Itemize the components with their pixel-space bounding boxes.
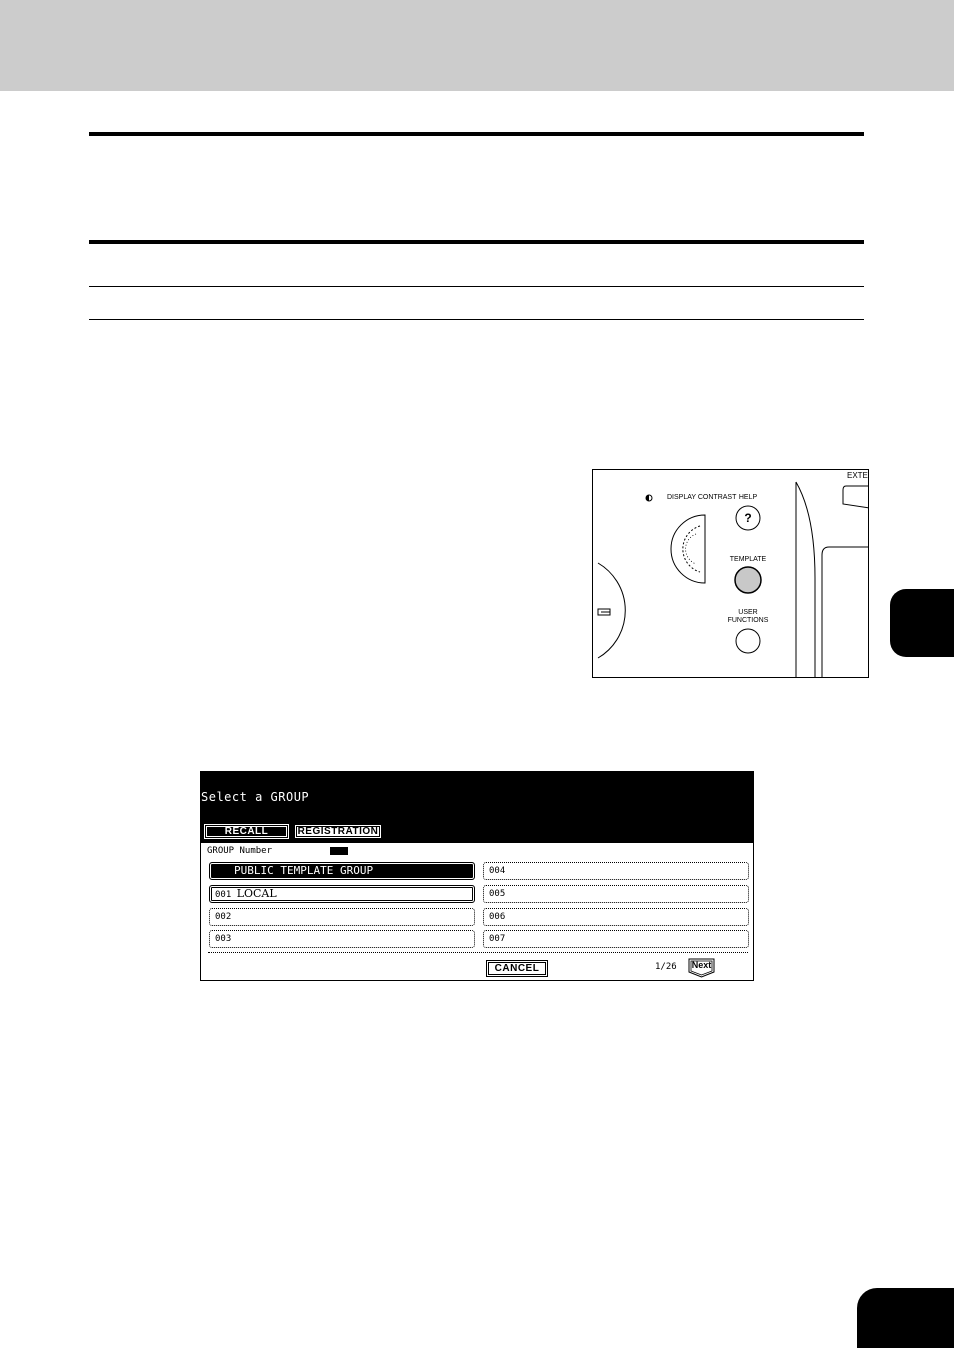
help-question-icon[interactable]: ? bbox=[728, 511, 768, 525]
template-label: TEMPLATE bbox=[729, 556, 767, 563]
dial-handle-icon bbox=[597, 608, 611, 616]
group-006[interactable]: 006 bbox=[483, 908, 749, 926]
group-label: 004 bbox=[489, 866, 506, 876]
chapter-tab-marker bbox=[890, 589, 954, 657]
group-public-template[interactable]: PUBLIC TEMPLATE GROUP bbox=[209, 862, 475, 880]
help-label: HELP bbox=[738, 494, 758, 501]
group-label: 005 bbox=[489, 889, 506, 899]
thin-rule-2 bbox=[89, 319, 864, 320]
group-004[interactable]: 004 bbox=[483, 862, 749, 880]
display-contrast-label: DISPLAY CONTRAST bbox=[667, 494, 737, 501]
group-002[interactable]: 002 bbox=[209, 908, 475, 926]
page-indicator: 1/26 bbox=[655, 962, 677, 972]
next-label: Next bbox=[691, 960, 712, 970]
group-003[interactable]: 003 bbox=[209, 930, 475, 948]
group-001-local[interactable]: 001 LOCAL bbox=[209, 885, 475, 903]
section-rule bbox=[89, 240, 864, 244]
tab-recall[interactable]: RECALL bbox=[204, 824, 289, 839]
group-number: 001 bbox=[215, 890, 232, 900]
thin-rule-1 bbox=[89, 286, 864, 287]
group-007[interactable]: 007 bbox=[483, 930, 749, 948]
touch-panel-screen: Select a GROUP RECALL REGISTRATION GROUP… bbox=[200, 771, 754, 981]
group-label: PUBLIC TEMPLATE GROUP bbox=[234, 864, 374, 877]
group-label: 003 bbox=[215, 934, 232, 944]
tab-registration[interactable]: REGISTRATION bbox=[294, 824, 382, 839]
group-label: LOCAL bbox=[236, 887, 277, 900]
header-band bbox=[0, 0, 954, 91]
top-rule bbox=[89, 132, 864, 136]
control-panel-illustration: DISPLAY CONTRAST HELP ? TEMPLATE USER FU… bbox=[592, 469, 869, 678]
page-number-marker bbox=[857, 1288, 954, 1348]
group-label: 006 bbox=[489, 912, 506, 922]
corner-label: EXTE bbox=[847, 471, 868, 480]
group-number-label: GROUP Number bbox=[207, 846, 273, 856]
next-button[interactable]: Next bbox=[688, 958, 715, 978]
cancel-button[interactable]: CANCEL bbox=[486, 960, 548, 977]
divider bbox=[208, 952, 748, 953]
screen-title: Select a GROUP bbox=[201, 790, 310, 804]
template-button-circle bbox=[734, 566, 762, 594]
user-functions-label: USER FUNCTIONS bbox=[727, 609, 769, 624]
group-label: 007 bbox=[489, 934, 506, 944]
user-functions-button-circle bbox=[735, 628, 761, 654]
group-005[interactable]: 005 bbox=[483, 885, 749, 903]
group-number-field[interactable] bbox=[330, 847, 348, 855]
group-label: 002 bbox=[215, 912, 232, 922]
screen-header: Select a GROUP RECALL REGISTRATION bbox=[201, 772, 753, 843]
